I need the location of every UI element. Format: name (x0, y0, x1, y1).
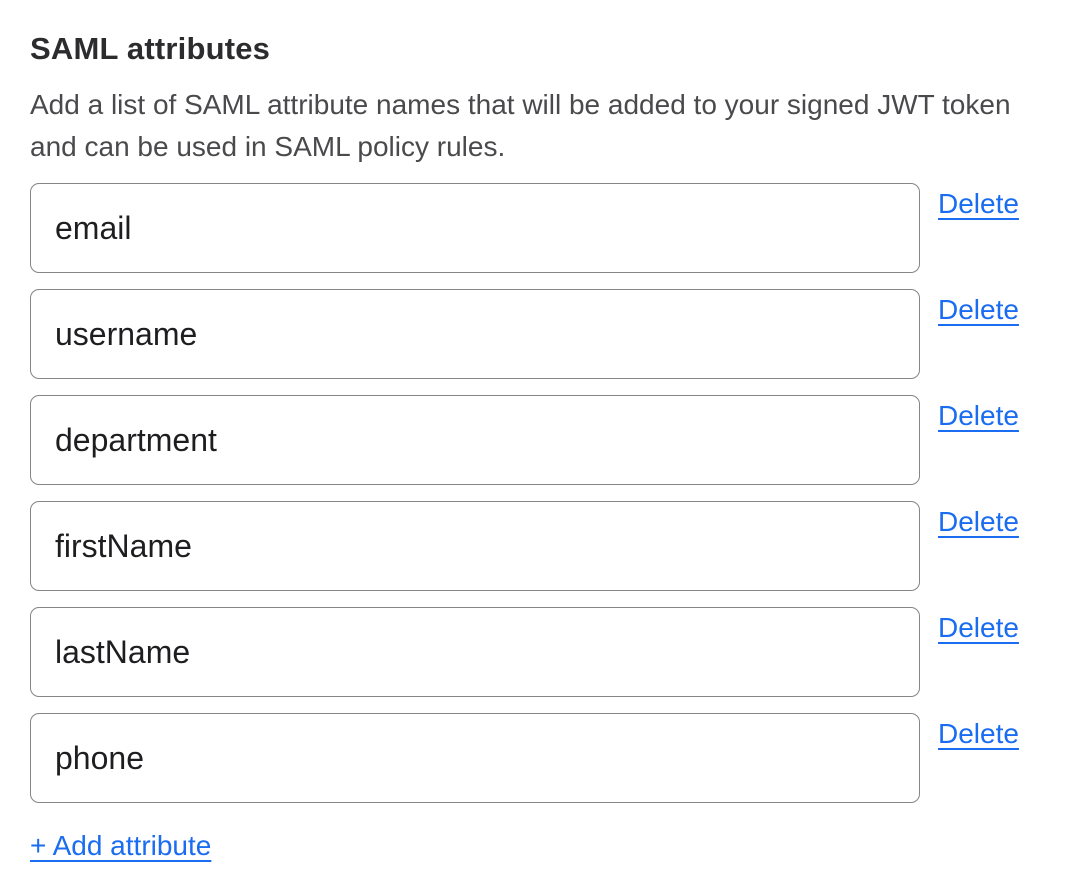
delete-attribute-link[interactable]: Delete (938, 611, 1019, 645)
attribute-row: Delete (30, 501, 1036, 591)
attribute-list: Delete Delete Delete Delete Delete Delet… (30, 183, 1036, 803)
attribute-input[interactable] (30, 183, 920, 273)
attribute-row: Delete (30, 607, 1036, 697)
attribute-input[interactable] (30, 501, 920, 591)
attribute-input[interactable] (30, 607, 920, 697)
attribute-row: Delete (30, 395, 1036, 485)
attribute-row: Delete (30, 183, 1036, 273)
attribute-row: Delete (30, 289, 1036, 379)
delete-attribute-link[interactable]: Delete (938, 505, 1019, 539)
attribute-input[interactable] (30, 395, 920, 485)
section-description: Add a list of SAML attribute names that … (30, 84, 1036, 168)
delete-attribute-link[interactable]: Delete (938, 399, 1019, 433)
saml-attributes-section: SAML attributes Add a list of SAML attri… (0, 0, 1066, 863)
delete-attribute-link[interactable]: Delete (938, 187, 1019, 221)
attribute-row: Delete (30, 713, 1036, 803)
attribute-input[interactable] (30, 713, 920, 803)
delete-attribute-link[interactable]: Delete (938, 717, 1019, 751)
delete-attribute-link[interactable]: Delete (938, 293, 1019, 327)
section-title: SAML attributes (30, 30, 1036, 68)
add-attribute-link[interactable]: + Add attribute (30, 829, 211, 863)
attribute-input[interactable] (30, 289, 920, 379)
